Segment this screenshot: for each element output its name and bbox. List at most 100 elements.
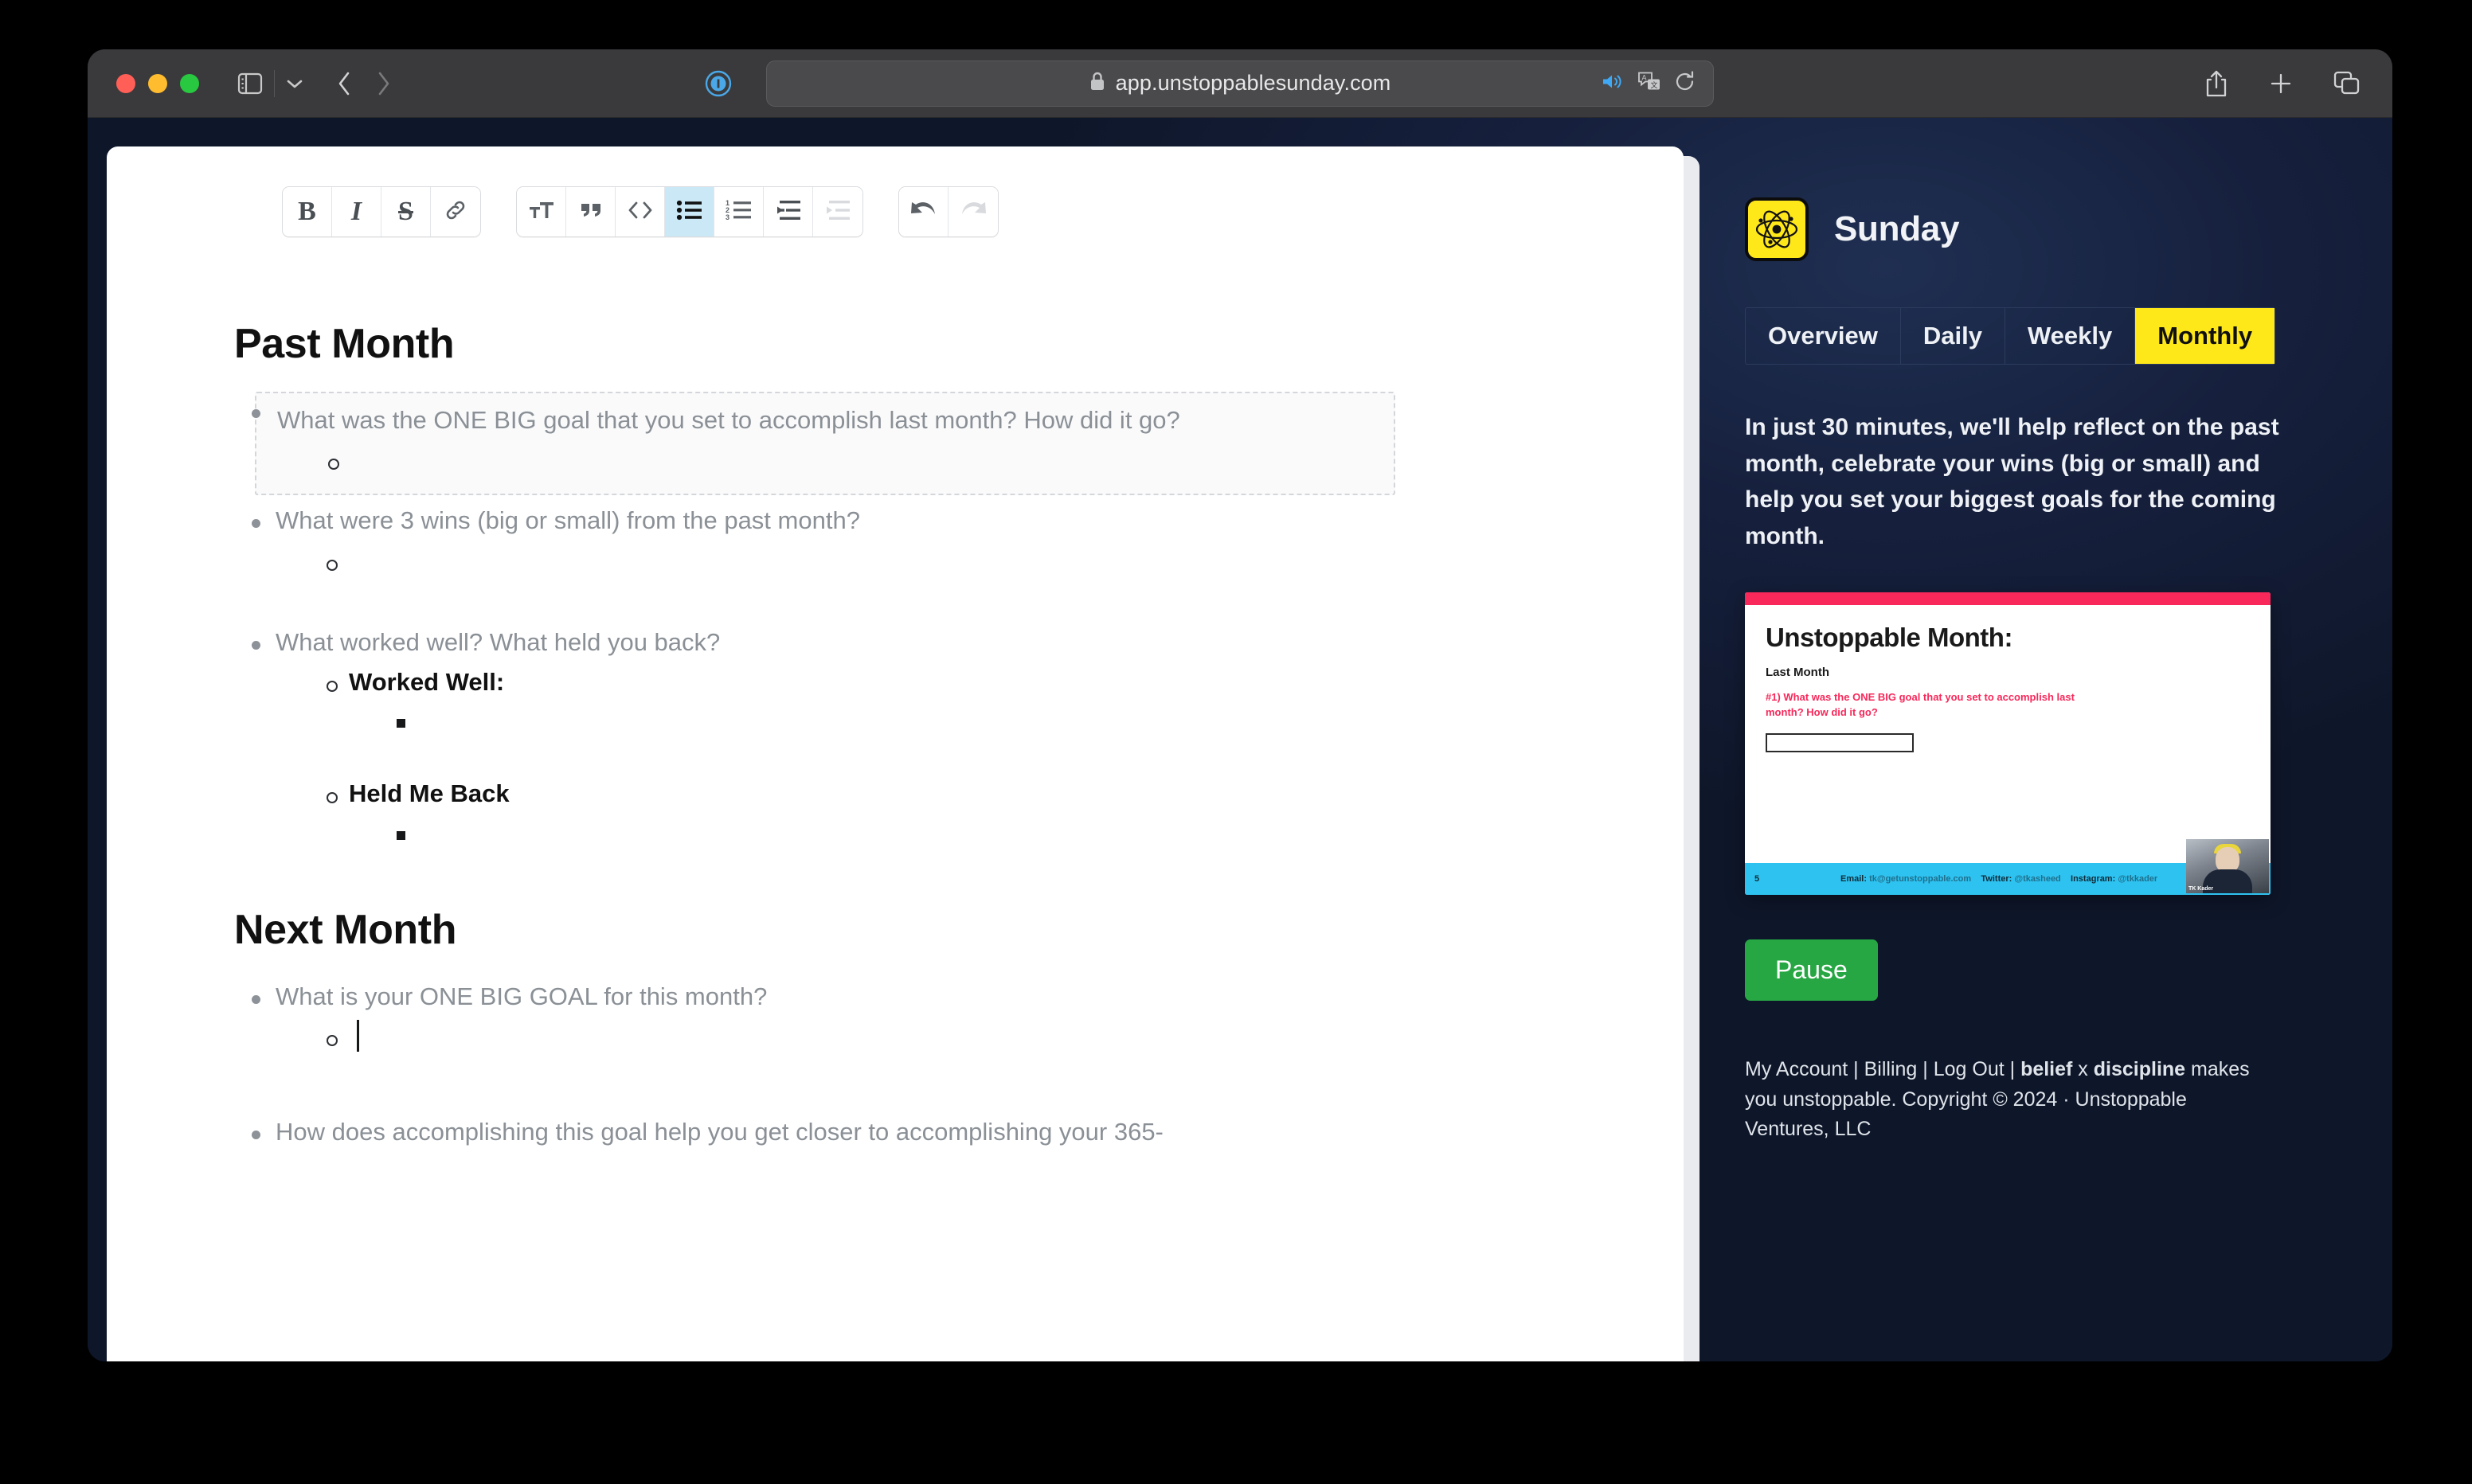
code-button[interactable] — [616, 187, 665, 236]
list-item[interactable]: What is your ONE BIG GOAL for this month… — [234, 978, 1588, 1107]
section-heading-past-month: Past Month — [234, 321, 455, 367]
svg-text:3: 3 — [726, 213, 729, 221]
heading-button[interactable] — [517, 187, 566, 236]
twitter-value: @tkasheed — [2014, 874, 2061, 885]
highlighted-block[interactable]: What was the ONE BIG goal that you set t… — [255, 392, 1395, 496]
subquestion-item[interactable]: Held Me Back — [314, 776, 1588, 857]
log-out-link[interactable]: Log Out — [1934, 1058, 2005, 1080]
bulleted-list-icon — [676, 199, 703, 225]
document-column: B I S 1 2 3 Past Month What was the ONE … — [88, 118, 1699, 1361]
svg-text:文: 文 — [1651, 80, 1658, 89]
share-icon[interactable] — [2204, 69, 2228, 98]
numbered-list-icon: 1 2 3 — [726, 199, 753, 225]
forward-arrow-icon[interactable] — [377, 71, 391, 96]
presenter-webcam: TK Kader — [2186, 839, 2269, 894]
brand-header: Sunday — [1745, 197, 2340, 261]
video-slide: Unstoppable Month: Last Month #1) What w… — [1745, 605, 2271, 753]
sidebar-blurb: In just 30 minutes, we'll help reflect o… — [1745, 414, 2279, 549]
email-label: Email: — [1840, 874, 1868, 885]
answer-list — [349, 705, 1588, 746]
legal-separator-1: | — [1848, 1058, 1864, 1081]
presenter-name: TK Kader — [2188, 886, 2214, 892]
outdent-icon — [775, 199, 802, 225]
document-card: B I S 1 2 3 Past Month What was the ONE … — [107, 146, 1684, 1361]
answer-list — [276, 544, 1588, 587]
address-bar-container: app.unstoppablesunday.com A 文 — [766, 60, 1714, 107]
tagline-x: x — [2072, 1058, 2094, 1081]
tab-weekly[interactable]: Weekly — [2005, 308, 2136, 364]
new-tab-icon[interactable] — [2268, 71, 2294, 96]
link-button[interactable] — [431, 187, 480, 236]
answer-list — [276, 1019, 1588, 1062]
slide-question: #1) What was the ONE BIG goal that you s… — [1766, 691, 2075, 719]
translate-icon[interactable]: A 文 — [1637, 71, 1661, 96]
list-item[interactable]: What worked well? What held you back? Wo… — [234, 623, 1588, 858]
undo-icon — [909, 198, 938, 226]
slide-title: Unstoppable Month: — [1766, 623, 2012, 653]
tab-overview-icon[interactable] — [2333, 71, 2361, 96]
toolbar-group-history — [898, 186, 999, 237]
tab-daily[interactable]: Daily — [1901, 308, 2005, 364]
bulleted-list-button[interactable] — [665, 187, 714, 236]
indent-icon — [824, 199, 851, 225]
document-content[interactable]: Past Month What was the ONE BIG goal tha… — [107, 237, 1684, 1151]
toolbar-group-block-format: 1 2 3 — [516, 186, 863, 237]
subquestion-text: Worked Well: — [349, 667, 505, 696]
audio-playing-icon[interactable] — [1602, 72, 1624, 95]
reload-icon[interactable] — [1675, 70, 1696, 96]
subquestion-item[interactable]: Worked Well: — [314, 665, 1588, 776]
brand-name: Sunday — [1834, 209, 1960, 248]
my-account-link[interactable]: My Account — [1745, 1058, 1848, 1080]
editor-toolbar: B I S 1 2 3 — [107, 146, 1684, 237]
tab-monthly[interactable]: Monthly — [2135, 308, 2275, 364]
bold-button[interactable]: B — [283, 187, 332, 236]
subquestion-list: Worked Well: Held Me Back — [276, 665, 1588, 858]
atom-logo-icon — [1745, 197, 1809, 261]
chevron-down-icon[interactable] — [286, 78, 303, 89]
answer-list — [349, 817, 1588, 858]
answer-item[interactable] — [314, 544, 1588, 587]
redo-button[interactable] — [949, 187, 998, 236]
answer-item[interactable] — [314, 1019, 1588, 1062]
answer-item[interactable] — [315, 443, 1383, 486]
blockquote-button[interactable] — [566, 187, 616, 236]
tagline-belief: belief — [2020, 1058, 2073, 1081]
address-bar[interactable]: app.unstoppablesunday.com A 文 — [766, 60, 1714, 107]
minimize-window-button[interactable] — [148, 73, 167, 93]
italic-button[interactable]: I — [332, 187, 381, 236]
pause-button[interactable]: Pause — [1745, 939, 1878, 1002]
close-window-button[interactable] — [116, 73, 135, 93]
italic-icon: I — [350, 197, 362, 226]
browser-toolbar-right — [2204, 69, 2361, 98]
answer-item[interactable] — [384, 817, 1588, 858]
billing-link[interactable]: Billing — [1864, 1058, 1918, 1080]
reader-mode-icon[interactable] — [705, 70, 732, 97]
tab-overview[interactable]: Overview — [1746, 308, 1901, 364]
url-text: app.unstoppablesunday.com — [1115, 71, 1391, 95]
next-month-list: What is your ONE BIG GOAL for this month… — [234, 978, 1588, 1152]
undo-button[interactable] — [899, 187, 949, 236]
bold-icon: B — [298, 197, 316, 226]
numbered-list-button[interactable]: 1 2 3 — [714, 187, 764, 236]
video-player[interactable]: Unstoppable Month: Last Month #1) What w… — [1745, 592, 2271, 896]
sidebar-toggle-icon[interactable] — [237, 72, 263, 95]
maximize-window-button[interactable] — [180, 73, 199, 93]
list-item[interactable]: How does accomplishing this goal help yo… — [234, 1113, 1588, 1151]
slide-page-number: 5 — [1754, 874, 1760, 885]
tagline-discipline: discipline — [2093, 1058, 2186, 1081]
list-item[interactable]: What was the ONE BIG goal that you set t… — [234, 392, 1588, 496]
outdent-button[interactable] — [764, 187, 813, 236]
strikethrough-button[interactable]: S — [381, 187, 431, 236]
legal-separator-2: | — [1917, 1058, 1934, 1081]
redo-icon — [959, 198, 988, 226]
question-text: What were 3 wins (big or small) from the… — [276, 506, 860, 535]
indent-button[interactable] — [813, 187, 862, 236]
question-text: What is your ONE BIG GOAL for this month… — [276, 982, 768, 1010]
list-item[interactable]: What were 3 wins (big or small) from the… — [234, 502, 1588, 616]
legal-separator-3: | — [2004, 1058, 2021, 1081]
answer-item[interactable] — [384, 705, 1588, 746]
back-arrow-icon[interactable] — [337, 71, 351, 96]
strikethrough-icon: S — [398, 197, 413, 226]
slide-answer-box — [1766, 733, 1914, 753]
